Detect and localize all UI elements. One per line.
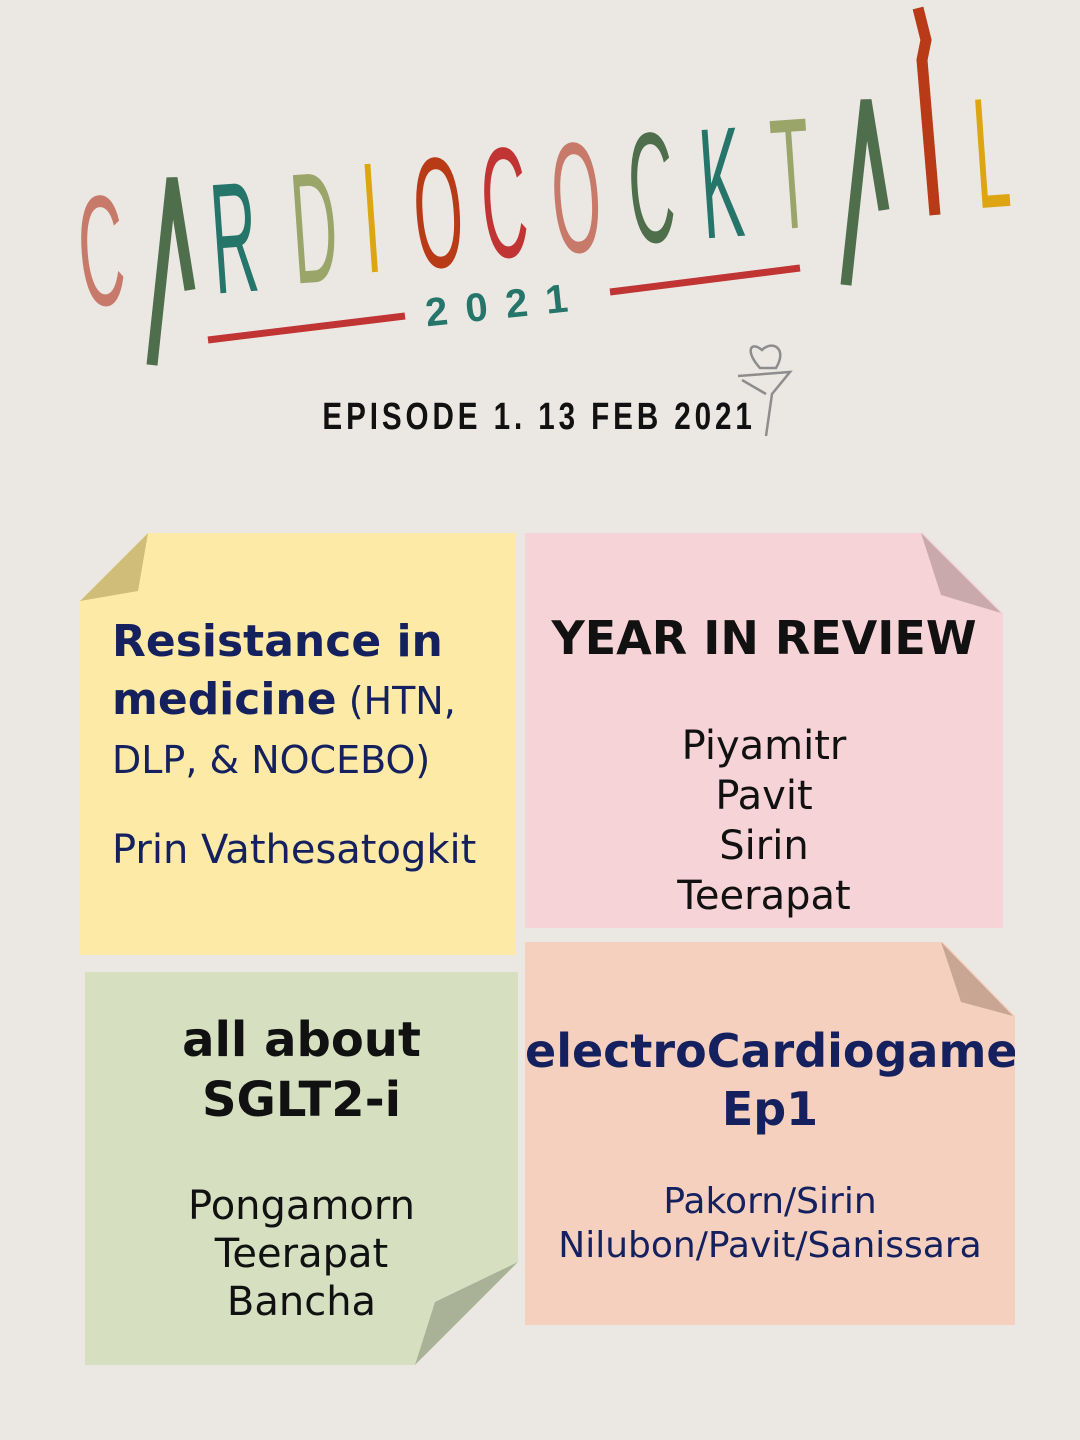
note-speaker: Nilubon/Pavit/Sanissara bbox=[558, 1225, 982, 1266]
logo-letter: C bbox=[622, 99, 680, 278]
episode-date: EPISODE 1. 13 FEB 2021 bbox=[322, 396, 756, 438]
logo-letter: R bbox=[205, 149, 263, 328]
note-sglt2: all about SGLT2-i Pongamorn Teerapat Ban… bbox=[85, 972, 518, 1365]
note-speaker: Prin Vathesatogkit bbox=[112, 827, 477, 873]
cardiocktail-logo: CRDIOCOCKTL 2021 bbox=[72, 6, 1015, 437]
note-title: SGLT2-i bbox=[201, 1072, 402, 1128]
logo-letter: O bbox=[546, 109, 607, 288]
logo-letter: T bbox=[766, 85, 817, 263]
note-title: Ep1 bbox=[721, 1082, 819, 1136]
note-speaker: Pavit bbox=[715, 773, 813, 819]
logo-letter: D bbox=[285, 139, 343, 318]
logo-letter: L bbox=[968, 64, 1015, 242]
note-title: electroCardiogame bbox=[525, 1024, 1018, 1078]
note-speaker: Teerapat bbox=[677, 873, 851, 919]
note-electrocardiogame: electroCardiogame Ep1 Pakorn/Sirin Nilub… bbox=[525, 942, 1015, 1325]
logo-letter: O bbox=[408, 124, 469, 303]
note-speaker: Pakorn/Sirin bbox=[663, 1181, 877, 1222]
note-speaker: Sirin bbox=[719, 823, 809, 869]
logo-letter: I bbox=[356, 130, 386, 307]
note-speaker: Teerapat bbox=[214, 1231, 389, 1277]
logo-letter bbox=[840, 99, 890, 286]
note-title: all about bbox=[182, 1012, 421, 1068]
note-resistance-in-medicine: Resistance in medicine (HTN, DLP, & NOCE… bbox=[80, 533, 516, 955]
note-speaker: Bancha bbox=[226, 1279, 377, 1325]
note-speaker: Pongamorn bbox=[188, 1183, 415, 1229]
note-year-in-review: YEAR IN REVIEW Piyamitr Pavit Sirin Teer… bbox=[525, 533, 1003, 928]
note-title: YEAR IN REVIEW bbox=[551, 611, 977, 665]
logo-letter: C bbox=[475, 114, 533, 293]
logo-letter: K bbox=[694, 94, 748, 272]
logo-letter: C bbox=[72, 162, 130, 341]
note-speaker: Piyamitr bbox=[681, 723, 847, 769]
logo-letter bbox=[912, 6, 941, 216]
logo-letter bbox=[146, 177, 196, 366]
